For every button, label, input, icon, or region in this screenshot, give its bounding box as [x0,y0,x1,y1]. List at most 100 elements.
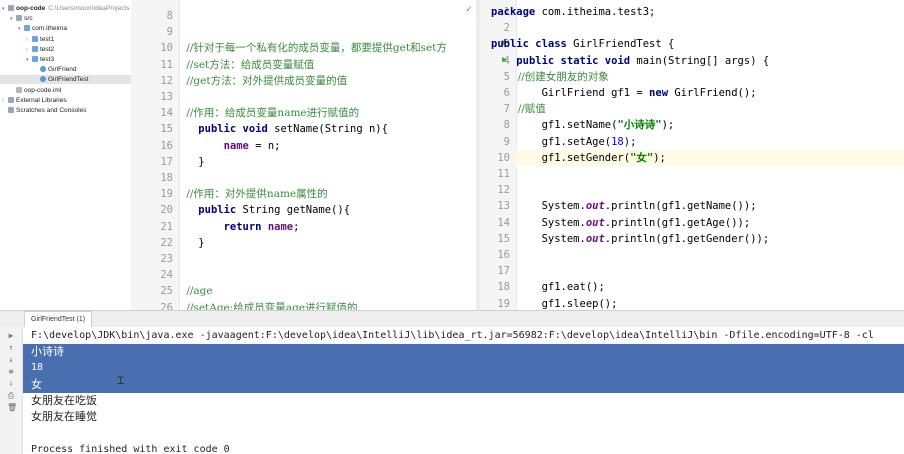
tree-item-label: test2 [40,45,55,53]
line-number: 21 [160,220,173,233]
code-token: } [173,155,205,168]
code-line[interactable]: gf1.setGender("女"); [491,150,666,166]
code-line[interactable]: //创建女朋友的对象 [491,69,609,85]
tree-item[interactable]: ▾ src [0,14,131,23]
line-number: 18 [160,172,173,184]
code-token: //set方法：给成员变量赋值 [173,58,315,71]
code-line[interactable]: //作用：对外提供name属性的 [173,186,327,202]
line-number: 13 [160,91,173,103]
code-line[interactable]: //setAge:给成员变量age进行赋值的 [173,300,357,310]
tree-item[interactable]: GirlFriend [0,65,131,74]
tree-item-label: GirlFriendTest [48,76,89,84]
code-token: new [649,87,669,99]
left-editor[interactable]: 8 9 10 //针对于每一个私有化的成员变量，都要提供get和set方 11 //s… [131,0,476,310]
code-token: //age [173,285,213,298]
tree-item[interactable]: GirlFriendTest [0,75,131,85]
code-token: String getName(){ [236,204,351,217]
tree-item[interactable]: › External Libraries [0,96,131,105]
tree-item-label: test3 [40,56,55,63]
tree-item[interactable]: oop-code.iml [0,86,131,95]
code-line[interactable]: gf1.sleep(); [491,296,618,310]
code-line[interactable]: gf1.eat(); [491,279,605,295]
code-line[interactable]: package com.itheima.test3; [491,4,655,20]
code-line[interactable]: //作用：给成员变量name进行赋值的 [173,105,359,121]
tree-item[interactable]: › test2 [0,45,131,54]
code-line[interactable]: gf1.setName("小诗诗"); [491,117,675,133]
arrow-down-icon[interactable]: ↓ [7,356,15,364]
run-tab[interactable]: GirlFriendTest (1) [24,311,93,328]
code-token: com.itheima.test3; [535,6,656,18]
console-output[interactable]: F:\develop\JDK\bin\java.exe -javaagent:F… [23,327,904,454]
tree-item[interactable]: ▾ oop-code C:\Users\moon\IdeaProjects [0,4,131,13]
line-number: 9 [166,26,173,39]
code-token: //作用：给成员变量name进行赋值的 [173,107,360,120]
code-token: public class [491,38,567,51]
arrow-up-icon[interactable]: ↑ [7,344,15,352]
code-line[interactable]: //set方法：给成员变量赋值 [173,57,314,73]
code-line[interactable]: public String getName(){ [173,202,350,218]
line-number: 16 [160,139,173,152]
delete-icon[interactable]: 🗑 [7,404,17,412]
tree-item[interactable]: › test1 [0,35,131,44]
line-number: 17 [497,265,510,278]
code-token: package [491,6,536,18]
tree-item[interactable]: ▾ com.itheima [0,24,131,33]
code-line[interactable]: name = n; [173,138,281,154]
right-editor[interactable]: 1 package com.itheima.test3; 2 3 ▶ public cla… [480,0,904,310]
code-token: = n; [248,139,281,152]
code-token: ); [653,151,666,164]
code-token: public static void [516,54,631,67]
code-line[interactable]: //针对于每一个私有化的成员变量，都要提供get和set方 [173,40,447,56]
code-token: name [267,220,294,233]
scroll-end-icon[interactable]: ⇩ [7,380,15,388]
package-icon [32,35,38,42]
code-token: GirlFriendTest { [566,38,675,51]
code-line[interactable]: System.out.println(gf1.getAge()); [491,215,751,231]
line-number: 25 [160,285,173,298]
code-token: main(String[] args) { [630,54,770,67]
code-token: //get方法：对外提供成员变量的值 [173,74,348,87]
code-line[interactable]: gf1.setAge(18); [491,134,637,150]
tree-item[interactable]: ▾ test3 [0,55,131,64]
code-line[interactable]: } [173,154,205,170]
tree-item[interactable]: Scratches and Consoles [0,106,131,115]
code-line[interactable]: public void setName(String n){ [173,121,388,137]
code-token: return [223,220,262,233]
console-selection [23,344,904,393]
code-line[interactable]: //get方法：对外提供成员变量的值 [173,73,347,89]
print-icon[interactable]: ⎙ [7,392,15,400]
tree-item-label: test1 [40,35,55,43]
code-line[interactable]: return name; [173,219,300,235]
project-tree: ▾ oop-code C:\Users\moon\IdeaProjects ▾ src ▾… [0,0,132,310]
line-number: 26 [160,301,173,310]
code-token: //创建女朋友的对象 [491,70,609,83]
code-line[interactable]: } [173,235,204,251]
code-token: GirlFriend gf1 = [491,87,650,99]
line-number: 2 [503,22,510,35]
code-token: .println(gf1.getGender()); [604,232,770,245]
console-output-line: 女朋友在吃饭 [31,393,97,407]
code-token: "女" [630,151,654,164]
code-token: System. [491,232,586,245]
console-output-line: 女 [31,377,42,391]
wrap-icon[interactable]: ≡ [7,368,15,376]
code-line[interactable]: GirlFriend gf1 = new GirlFriend(); [491,85,757,101]
code-token: "小诗诗" [617,119,662,132]
project-path: C:\Users\moon\IdeaProjects [48,5,130,12]
code-token: ); [661,119,675,132]
run-icon[interactable]: ▶ [7,332,15,340]
code-line[interactable]: //age [173,283,213,299]
code-line[interactable]: //赋值 [491,101,546,117]
mouse-cursor-icon: ⌶ [117,373,125,387]
code-line[interactable]: System.out.println(gf1.getGender()); [491,231,770,247]
tree-item-label: GirlFriend [48,66,77,74]
code-line[interactable]: public static void main(String[] args) { [491,53,769,69]
code-line[interactable]: public class GirlFriendTest { [491,36,674,52]
line-number: 17 [160,155,173,168]
code-line[interactable]: System.out.println(gf1.getName()); [491,198,757,214]
inspection-ok-icon[interactable]: ✓ [466,4,472,15]
tree-item-label: com.itheima [32,25,68,33]
